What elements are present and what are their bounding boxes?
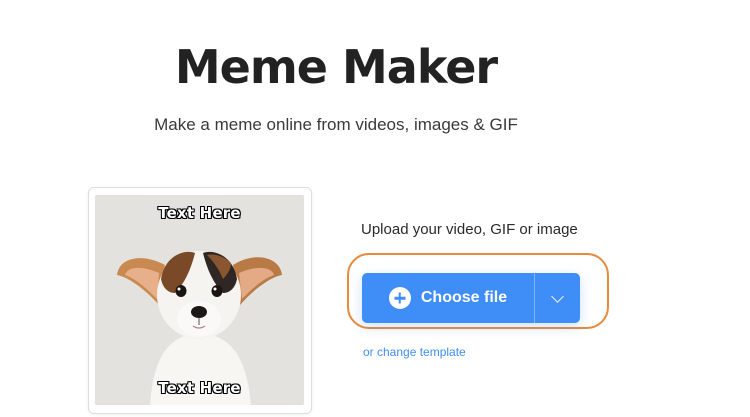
choose-file-button[interactable]: Choose file [362,273,534,323]
change-template-link[interactable]: or change template [363,345,466,359]
page-title: Meme Maker [174,40,498,94]
upload-label: Upload your video, GIF or image [361,221,578,238]
page-subtitle: Make a meme online from videos, images &… [154,115,518,134]
dog-photo [95,195,304,405]
plus-circle-icon [388,287,411,309]
meme-bottom-text: Text Here [158,379,241,397]
template-preview-card[interactable]: Text Here Text Here [88,187,312,414]
choose-file-button-group[interactable]: Choose file [362,273,580,323]
chevron-down-icon [551,289,564,303]
meme-image: Text Here Text Here [95,195,304,405]
choose-file-label: Choose file [420,289,508,306]
meme-top-text: Text Here [158,204,241,222]
upload-options-dropdown[interactable] [534,273,580,323]
